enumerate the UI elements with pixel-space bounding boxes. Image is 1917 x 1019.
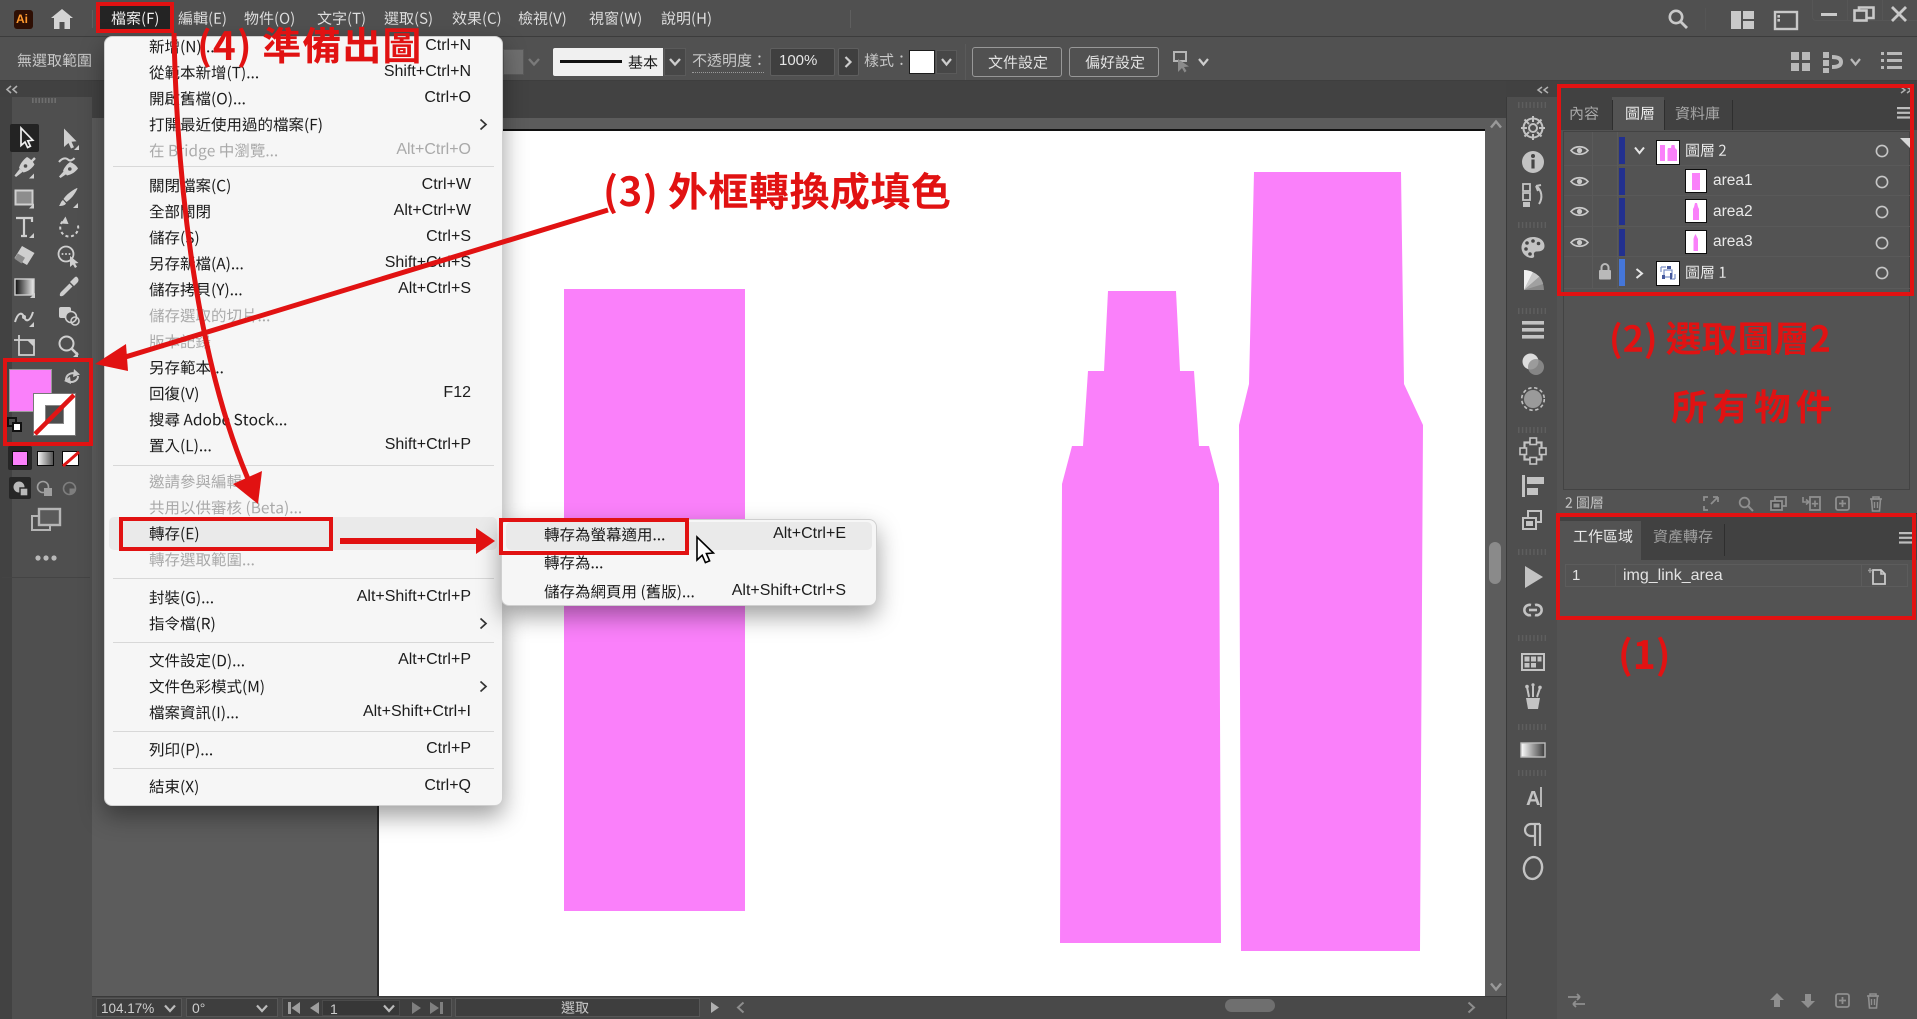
svg-text:A: A [1526, 788, 1540, 810]
